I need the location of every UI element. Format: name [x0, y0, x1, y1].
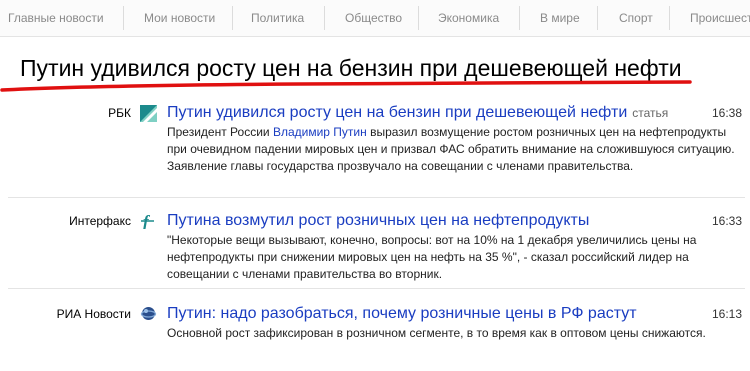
news-snippet: Президент России Владимир Путин выразил … — [167, 125, 735, 173]
rbc-logo-icon — [140, 105, 157, 122]
nav-divider — [123, 6, 124, 30]
nav-item-incidents[interactable]: Происшествия — [690, 11, 750, 25]
nav-item-my-news[interactable]: Мои новости — [144, 11, 215, 25]
ria-logo-icon — [140, 307, 157, 320]
nav-item-politics[interactable]: Политика — [251, 11, 304, 25]
nav-divider — [324, 6, 325, 30]
source-name[interactable]: РБК — [108, 106, 131, 120]
nav-item-economy[interactable]: Экономика — [438, 11, 499, 25]
item-divider — [8, 288, 745, 289]
nav-item-society[interactable]: Общество — [345, 11, 402, 25]
nav-item-world[interactable]: В мире — [540, 11, 580, 25]
nav-divider — [232, 6, 233, 30]
nav-item-main-news[interactable]: Главные новости — [8, 11, 104, 25]
person-link[interactable]: Владимир Путин — [273, 125, 367, 139]
news-snippet: "Некоторые вещи вызывают, конечно, вопро… — [167, 233, 697, 281]
news-snippet: Основной рост зафиксирован в розничном с… — [167, 326, 706, 340]
source-name[interactable]: Интерфакс — [69, 214, 131, 228]
interfax-logo-icon: f — [141, 212, 154, 229]
red-underline-annotation — [0, 80, 692, 92]
article-type-label: статья — [632, 106, 669, 120]
news-title-link[interactable]: Путин удивился росту цен на бензин при д… — [167, 104, 668, 122]
nav-item-sport[interactable]: Спорт — [619, 11, 653, 25]
news-title-link[interactable]: Путин: надо разобраться, почему розничны… — [167, 305, 637, 323]
nav-divider — [669, 6, 670, 30]
news-time: 16:13 — [711, 307, 742, 321]
nav-divider — [597, 6, 598, 30]
news-time: 16:38 — [711, 106, 742, 120]
nav-divider — [519, 6, 520, 30]
news-time: 16:33 — [711, 214, 742, 228]
top-navigation: Главные новости Мои новости Политика Общ… — [0, 0, 750, 37]
source-name[interactable]: РИА Новости — [57, 307, 131, 321]
item-divider — [8, 197, 745, 198]
nav-divider — [418, 6, 419, 30]
news-title-link[interactable]: Путина возмутил рост розничных цен на не… — [167, 212, 589, 230]
